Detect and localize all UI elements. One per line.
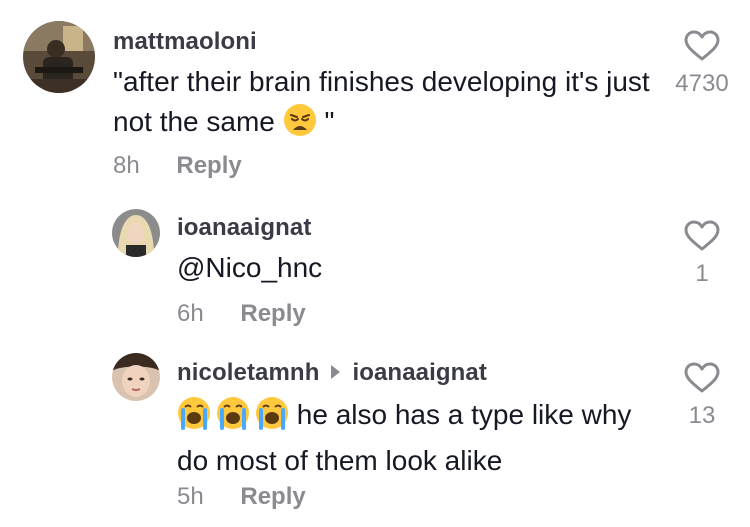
reply-button[interactable]: Reply — [240, 483, 305, 510]
heart-outline-icon — [684, 30, 720, 61]
heart-outline-icon — [684, 362, 720, 393]
like-count: 13 — [688, 402, 716, 429]
comment-text-quote: " — [324, 106, 335, 137]
reply-button[interactable]: Reply — [176, 152, 241, 179]
comment-username-row: nicoletamnh ioanaaignat — [177, 359, 487, 387]
comment-meta: 6h Reply — [177, 300, 306, 328]
like-count: 4730 — [675, 70, 729, 97]
heart-outline-icon — [684, 220, 720, 251]
comment-text: "after their brain finishes developing i… — [113, 62, 653, 148]
weary-face-icon — [283, 103, 317, 148]
avatar[interactable] — [23, 21, 95, 93]
comment-meta: 8h Reply — [113, 152, 242, 180]
comment-username[interactable]: nicoletamnh — [177, 359, 319, 386]
reply-button[interactable]: Reply — [240, 300, 305, 327]
comment-text: he also has a type like why do most of t… — [177, 395, 647, 481]
reply-item: nicoletamnh ioanaaignat he also has a ty… — [0, 340, 750, 527]
like-button[interactable]: 4730 — [672, 30, 732, 98]
comment-text-body: @Nico_hnc — [177, 252, 323, 283]
loudly-crying-face-icon — [177, 396, 289, 441]
avatar[interactable] — [112, 353, 160, 401]
comment-username[interactable]: ioanaaignat — [177, 214, 311, 242]
like-button[interactable]: 13 — [672, 362, 732, 430]
comment-text-body: "after their brain finishes developing i… — [113, 66, 650, 137]
reply-to-username[interactable]: ioanaaignat — [352, 359, 486, 386]
comment-time: 5h — [177, 483, 204, 510]
avatar[interactable] — [112, 209, 160, 257]
comment-item: mattmaoloni "after their brain finishes … — [0, 0, 750, 190]
like-count: 1 — [695, 260, 709, 287]
comment-meta: 5h Reply — [177, 483, 306, 511]
like-button[interactable]: 1 — [672, 220, 732, 288]
reply-item: ioanaaignat @Nico_hnc 6h Reply 1 — [0, 190, 750, 340]
comment-text: @Nico_hnc — [177, 248, 637, 288]
reply-arrow-icon — [331, 365, 341, 379]
comment-time: 6h — [177, 300, 204, 327]
comment-time: 8h — [113, 152, 140, 179]
comment-username[interactable]: mattmaoloni — [113, 28, 257, 56]
